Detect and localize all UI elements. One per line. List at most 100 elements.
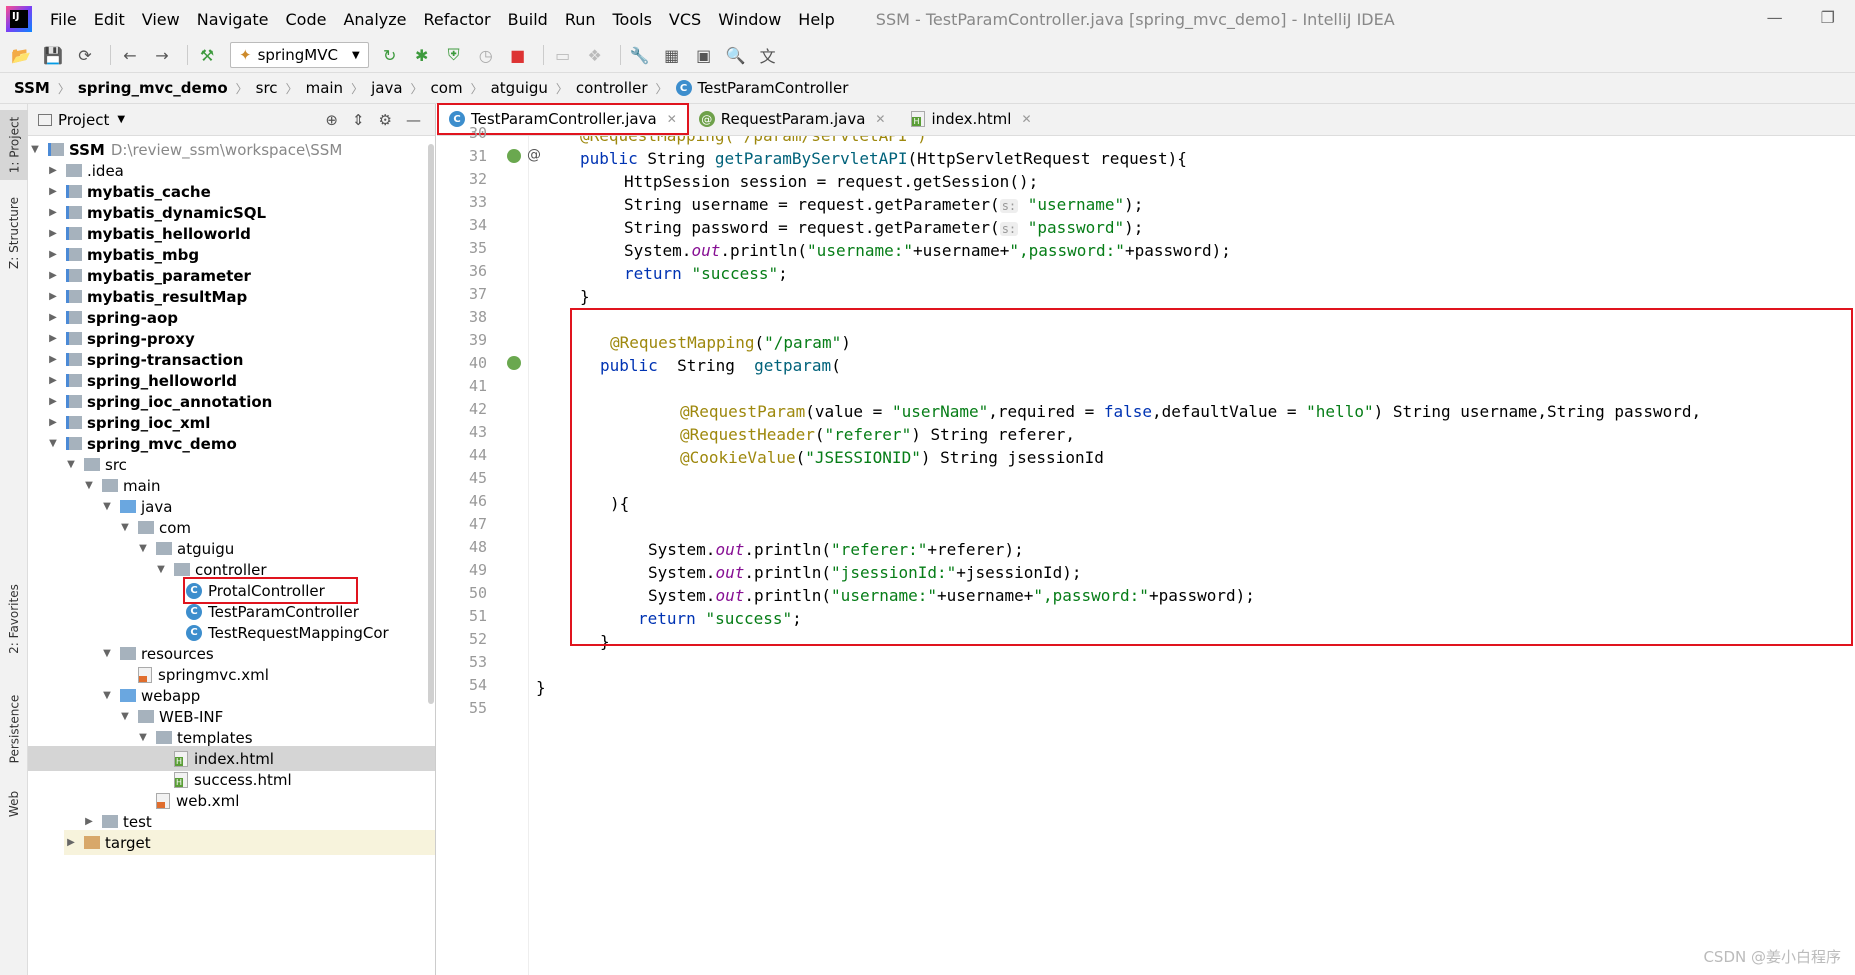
menu-vcs[interactable]: VCS: [669, 10, 701, 29]
web-folder-icon: [120, 689, 136, 702]
code-editor[interactable]: @RequestMapping("/param/servletAPI") pub…: [530, 136, 1855, 975]
code-text: +username+: [913, 241, 1010, 260]
debug-bug-icon[interactable]: ✱: [409, 42, 435, 68]
html-file-icon: [911, 111, 926, 127]
line-number: 51: [468, 607, 487, 625]
rerun-icon[interactable]: ↻: [377, 42, 403, 68]
close-icon[interactable]: ✕: [875, 112, 885, 126]
chevron-down-icon: ▼: [139, 543, 147, 554]
forward-icon[interactable]: →: [149, 42, 175, 68]
tree-label: SSM: [69, 140, 105, 159]
breadcrumb-item[interactable]: com: [431, 79, 463, 97]
menu-code[interactable]: Code: [286, 10, 327, 29]
open-folder-icon[interactable]: 📂: [8, 42, 34, 68]
package-icon: [138, 521, 154, 534]
tree-item[interactable]: web.xml: [150, 788, 239, 813]
breadcrumb-item[interactable]: atguigu: [491, 79, 548, 97]
tab-index-html[interactable]: index.html ✕: [895, 103, 1041, 135]
breadcrumb-item[interactable]: spring_mvc_demo: [78, 79, 228, 97]
hide-icon[interactable]: —: [406, 111, 421, 129]
menu-run[interactable]: Run: [565, 10, 596, 29]
attach-icon[interactable]: ▭: [550, 42, 576, 68]
project-panel-title[interactable]: Project: [58, 111, 109, 129]
code-field: out: [691, 241, 721, 260]
spring-bean-icon[interactable]: [507, 149, 521, 163]
code-keyword: public: [580, 149, 638, 168]
chevron-right-icon: ▶: [49, 396, 57, 407]
tab-requestparam[interactable]: @ RequestParam.java ✕: [689, 103, 896, 135]
project-view-icon: [38, 113, 52, 126]
menu-view[interactable]: View: [142, 10, 180, 29]
editor-gutter: 30 31 @ 32 33 34 35 36 37 38 39 40 41 42…: [437, 124, 541, 975]
chevron-right-icon: ▶: [49, 417, 57, 428]
coverage-icon[interactable]: ⛨: [441, 42, 467, 68]
locate-icon[interactable]: ⊕: [325, 111, 338, 129]
collapse-all-icon[interactable]: ⇕: [352, 111, 365, 129]
tree-item[interactable]: ▶ target: [64, 830, 435, 855]
breadcrumb-item[interactable]: SSM: [14, 79, 50, 97]
menu-tools[interactable]: Tools: [613, 10, 652, 29]
breadcrumb-item[interactable]: java: [371, 79, 402, 97]
tool-tab-persistence[interactable]: Persistence: [0, 684, 28, 774]
translate-icon[interactable]: 文: [755, 42, 781, 68]
breadcrumb: SSM 〉 spring_mvc_demo 〉 src 〉 main 〉 java 〉 c…: [0, 72, 1855, 104]
chevron-right-icon: ▶: [49, 291, 57, 302]
tool-tab-project[interactable]: 1: Project: [0, 110, 28, 180]
build-hammer-icon[interactable]: ⚒: [194, 42, 220, 68]
back-icon[interactable]: ←: [117, 42, 143, 68]
breadcrumb-item-current[interactable]: C TestParamController: [675, 79, 848, 97]
menu-file[interactable]: File: [50, 10, 77, 29]
tool-tab-label: 1: Project: [7, 116, 21, 174]
menu-window[interactable]: Window: [718, 10, 781, 29]
code-text: String password = request.getParameter(: [624, 218, 1000, 237]
restore-icon[interactable]: ❐: [1821, 8, 1835, 27]
tool-tab-favorites[interactable]: 2: Favorites: [0, 574, 28, 664]
tree-label: spring-proxy: [87, 329, 195, 348]
code-line: return "success";: [624, 262, 788, 285]
search-icon[interactable]: 🔍: [723, 42, 749, 68]
stop-icon[interactable]: ■: [505, 42, 531, 68]
save-icon[interactable]: 💾: [40, 42, 66, 68]
sync-icon[interactable]: ⟳: [72, 42, 98, 68]
close-icon[interactable]: ✕: [1021, 112, 1031, 126]
tool-tab-web[interactable]: Web: [0, 784, 28, 824]
terminal-icon[interactable]: ▣: [691, 42, 717, 68]
line-number: 40: [468, 354, 487, 372]
resources-folder-icon: [120, 647, 136, 660]
tool-tab-structure[interactable]: Z: Structure: [0, 188, 28, 278]
minimize-icon[interactable]: —: [1767, 8, 1783, 27]
wrench-icon[interactable]: 🔧: [627, 42, 653, 68]
chevron-right-icon: ▶: [49, 207, 57, 218]
toolbar-divider: [187, 45, 188, 65]
menu-analyze[interactable]: Analyze: [343, 10, 406, 29]
menu-edit[interactable]: Edit: [94, 10, 125, 29]
menu-refactor[interactable]: Refactor: [424, 10, 491, 29]
tree-label: spring_ioc_xml: [87, 413, 211, 432]
breadcrumb-item[interactable]: src: [256, 79, 278, 97]
spring-bean-icon[interactable]: [507, 356, 521, 370]
chevron-right-icon: ▶: [49, 270, 57, 281]
line-number: 43: [468, 423, 487, 441]
chevron-right-icon: ▶: [49, 375, 57, 386]
ant-icon[interactable]: ❖: [582, 42, 608, 68]
code-line: HttpSession session = request.getSession…: [624, 170, 1038, 193]
line-number: 36: [468, 262, 487, 280]
menu-navigate[interactable]: Navigate: [197, 10, 269, 29]
project-scrollbar[interactable]: [428, 144, 434, 704]
menu-build[interactable]: Build: [508, 10, 548, 29]
breadcrumb-item[interactable]: main: [306, 79, 343, 97]
code-text: System.: [624, 241, 692, 260]
close-icon[interactable]: ✕: [667, 112, 677, 126]
tree-label: spring_mvc_demo: [87, 434, 237, 453]
breadcrumb-item[interactable]: controller: [576, 79, 648, 97]
tree-item[interactable]: C TestRequestMappingCor: [186, 620, 389, 645]
chevron-right-icon: ▶: [49, 186, 57, 197]
menu-help[interactable]: Help: [798, 10, 834, 29]
tab-label: index.html: [931, 110, 1012, 128]
gear-icon[interactable]: ⚙: [379, 111, 392, 129]
project-structure-icon[interactable]: ▦: [659, 42, 685, 68]
tree-label: mybatis_cache: [87, 182, 211, 201]
run-config-select[interactable]: ✦ springMVC ▼: [230, 42, 369, 68]
profile-icon[interactable]: ◷: [473, 42, 499, 68]
chevron-down-icon[interactable]: ▼: [117, 114, 125, 125]
